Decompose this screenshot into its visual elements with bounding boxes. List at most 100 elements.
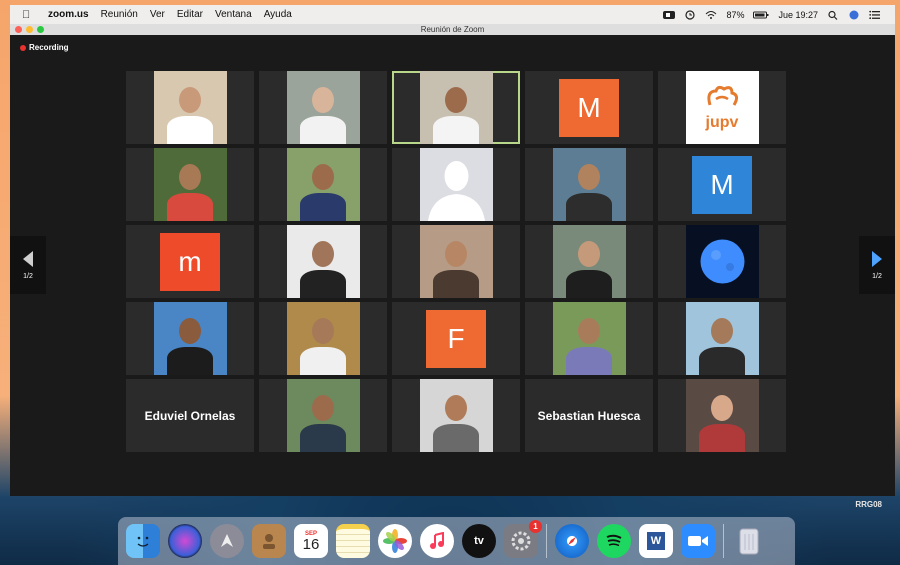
participant-tile[interactable] (392, 71, 520, 144)
arrow-right-icon (872, 250, 882, 267)
participant-initial: M (692, 155, 752, 214)
participant-tile[interactable] (658, 225, 786, 298)
menu-editar[interactable]: Editar (177, 9, 203, 20)
word-icon[interactable]: W (639, 524, 673, 558)
participant-tile[interactable] (392, 225, 520, 298)
recording-label: Recording (29, 43, 69, 52)
music-icon[interactable] (420, 524, 454, 558)
participant-tile[interactable]: M (658, 148, 786, 221)
participant-tile[interactable]: M (525, 71, 653, 144)
participant-tile[interactable]: jupv (658, 71, 786, 144)
participant-tile[interactable] (658, 302, 786, 375)
participant-video (153, 148, 227, 221)
launchpad-icon[interactable] (210, 524, 244, 558)
dock: SEP 16 tv 1 W (118, 517, 795, 565)
spotlight-search-icon[interactable] (827, 10, 839, 20)
participant-video (685, 379, 759, 452)
finder-icon[interactable] (126, 524, 160, 558)
participant-tile[interactable] (259, 71, 387, 144)
participant-video (552, 148, 626, 221)
trash-icon[interactable] (732, 524, 766, 558)
participant-video (419, 379, 493, 452)
window-titlebar: Reunión de Zoom (10, 24, 895, 35)
participant-video (286, 379, 360, 452)
spotify-icon[interactable] (597, 524, 631, 558)
window-title: Reunión de Zoom (420, 25, 485, 34)
participant-initial: M (559, 78, 619, 137)
dock-separator (546, 524, 547, 558)
participant-tile[interactable] (525, 148, 653, 221)
participant-initial: F (426, 309, 486, 368)
notes-icon[interactable] (336, 524, 370, 558)
menu-ver[interactable]: Ver (150, 9, 165, 20)
zoom-status-icon[interactable] (663, 10, 676, 20)
menu-app-name[interactable]: zoom.us (48, 9, 89, 20)
previous-page-button[interactable]: 1/2 (10, 236, 46, 294)
gallery-grid: Mjupv Mm F Eduviel Ornelas Sebastian Huesca (126, 71, 786, 452)
photos-icon[interactable] (378, 524, 412, 558)
word-label: W (647, 532, 665, 550)
participant-tile[interactable] (259, 225, 387, 298)
apple-tv-icon[interactable]: tv (462, 524, 496, 558)
participant-video (153, 302, 227, 375)
participant-tile[interactable] (126, 302, 254, 375)
participant-tile[interactable] (126, 71, 254, 144)
participant-tile[interactable] (392, 379, 520, 452)
dock-separator (723, 524, 724, 558)
zoom-meeting-window: Reunión de Zoom Recording 1/2 1/2 Mjupv M… (10, 24, 895, 496)
battery-percent: 87% (726, 9, 745, 20)
participant-name: Sebastian Huesca (537, 408, 641, 423)
moon-avatar (685, 225, 759, 298)
time-machine-icon[interactable] (684, 9, 696, 20)
notification-badge: 1 (529, 520, 542, 533)
participant-video (286, 225, 360, 298)
apple-tv-label: tv (474, 535, 484, 547)
participant-tile[interactable] (525, 225, 653, 298)
menu-reunion[interactable]: Reunión (101, 9, 138, 20)
battery-icon[interactable] (753, 10, 769, 20)
logo-text: jupv (705, 113, 739, 131)
participant-tile[interactable] (259, 302, 387, 375)
arrow-left-icon (23, 250, 33, 267)
notification-center-icon[interactable] (869, 10, 881, 20)
clock[interactable]: Jue 19:27 (778, 10, 818, 20)
calendar-icon[interactable]: SEP 16 (294, 524, 328, 558)
menu-ventana[interactable]: Ventana (215, 9, 252, 20)
participant-tile[interactable] (392, 148, 520, 221)
participant-tile[interactable] (259, 148, 387, 221)
default-avatar-icon (419, 148, 493, 221)
participant-video (153, 71, 227, 144)
safari-icon[interactable] (555, 524, 589, 558)
page-indicator-left: 1/2 (23, 272, 33, 280)
siri-menu-icon[interactable] (848, 10, 860, 20)
participant-tile[interactable] (525, 302, 653, 375)
recording-indicator: Recording (20, 43, 69, 52)
participant-tile[interactable] (259, 379, 387, 452)
contacts-icon[interactable] (252, 524, 286, 558)
participant-video (286, 148, 360, 221)
wifi-icon[interactable] (705, 10, 717, 20)
zoom-icon[interactable] (681, 524, 715, 558)
participant-tile[interactable]: Sebastian Huesca (525, 379, 653, 452)
system-preferences-icon[interactable]: 1 (504, 520, 542, 558)
apple-menu-icon[interactable]:  (22, 9, 40, 21)
participant-video (685, 302, 759, 375)
next-page-button[interactable]: 1/2 (859, 236, 895, 294)
status-area: 87% Jue 19:27 (663, 10, 881, 20)
participant-tile[interactable] (658, 379, 786, 452)
participant-tile[interactable]: Eduviel Ornelas (126, 379, 254, 452)
participant-tile[interactable]: F (392, 302, 520, 375)
participant-tile[interactable] (126, 148, 254, 221)
siri-icon[interactable] (168, 524, 202, 558)
participant-video (286, 302, 360, 375)
minimize-window-button[interactable] (26, 26, 33, 33)
participant-tile[interactable]: m (126, 225, 254, 298)
menu-bar:  zoom.us Reunión Ver Editar Ventana Ayu… (10, 5, 895, 24)
menu-ayuda[interactable]: Ayuda (264, 9, 292, 20)
close-window-button[interactable] (15, 26, 22, 33)
organization-logo: jupv (685, 71, 759, 144)
participant-name: Eduviel Ornelas (144, 408, 236, 423)
window-controls (15, 26, 44, 33)
zoom-window-button[interactable] (37, 26, 44, 33)
corner-label: RRG08 (855, 500, 882, 509)
